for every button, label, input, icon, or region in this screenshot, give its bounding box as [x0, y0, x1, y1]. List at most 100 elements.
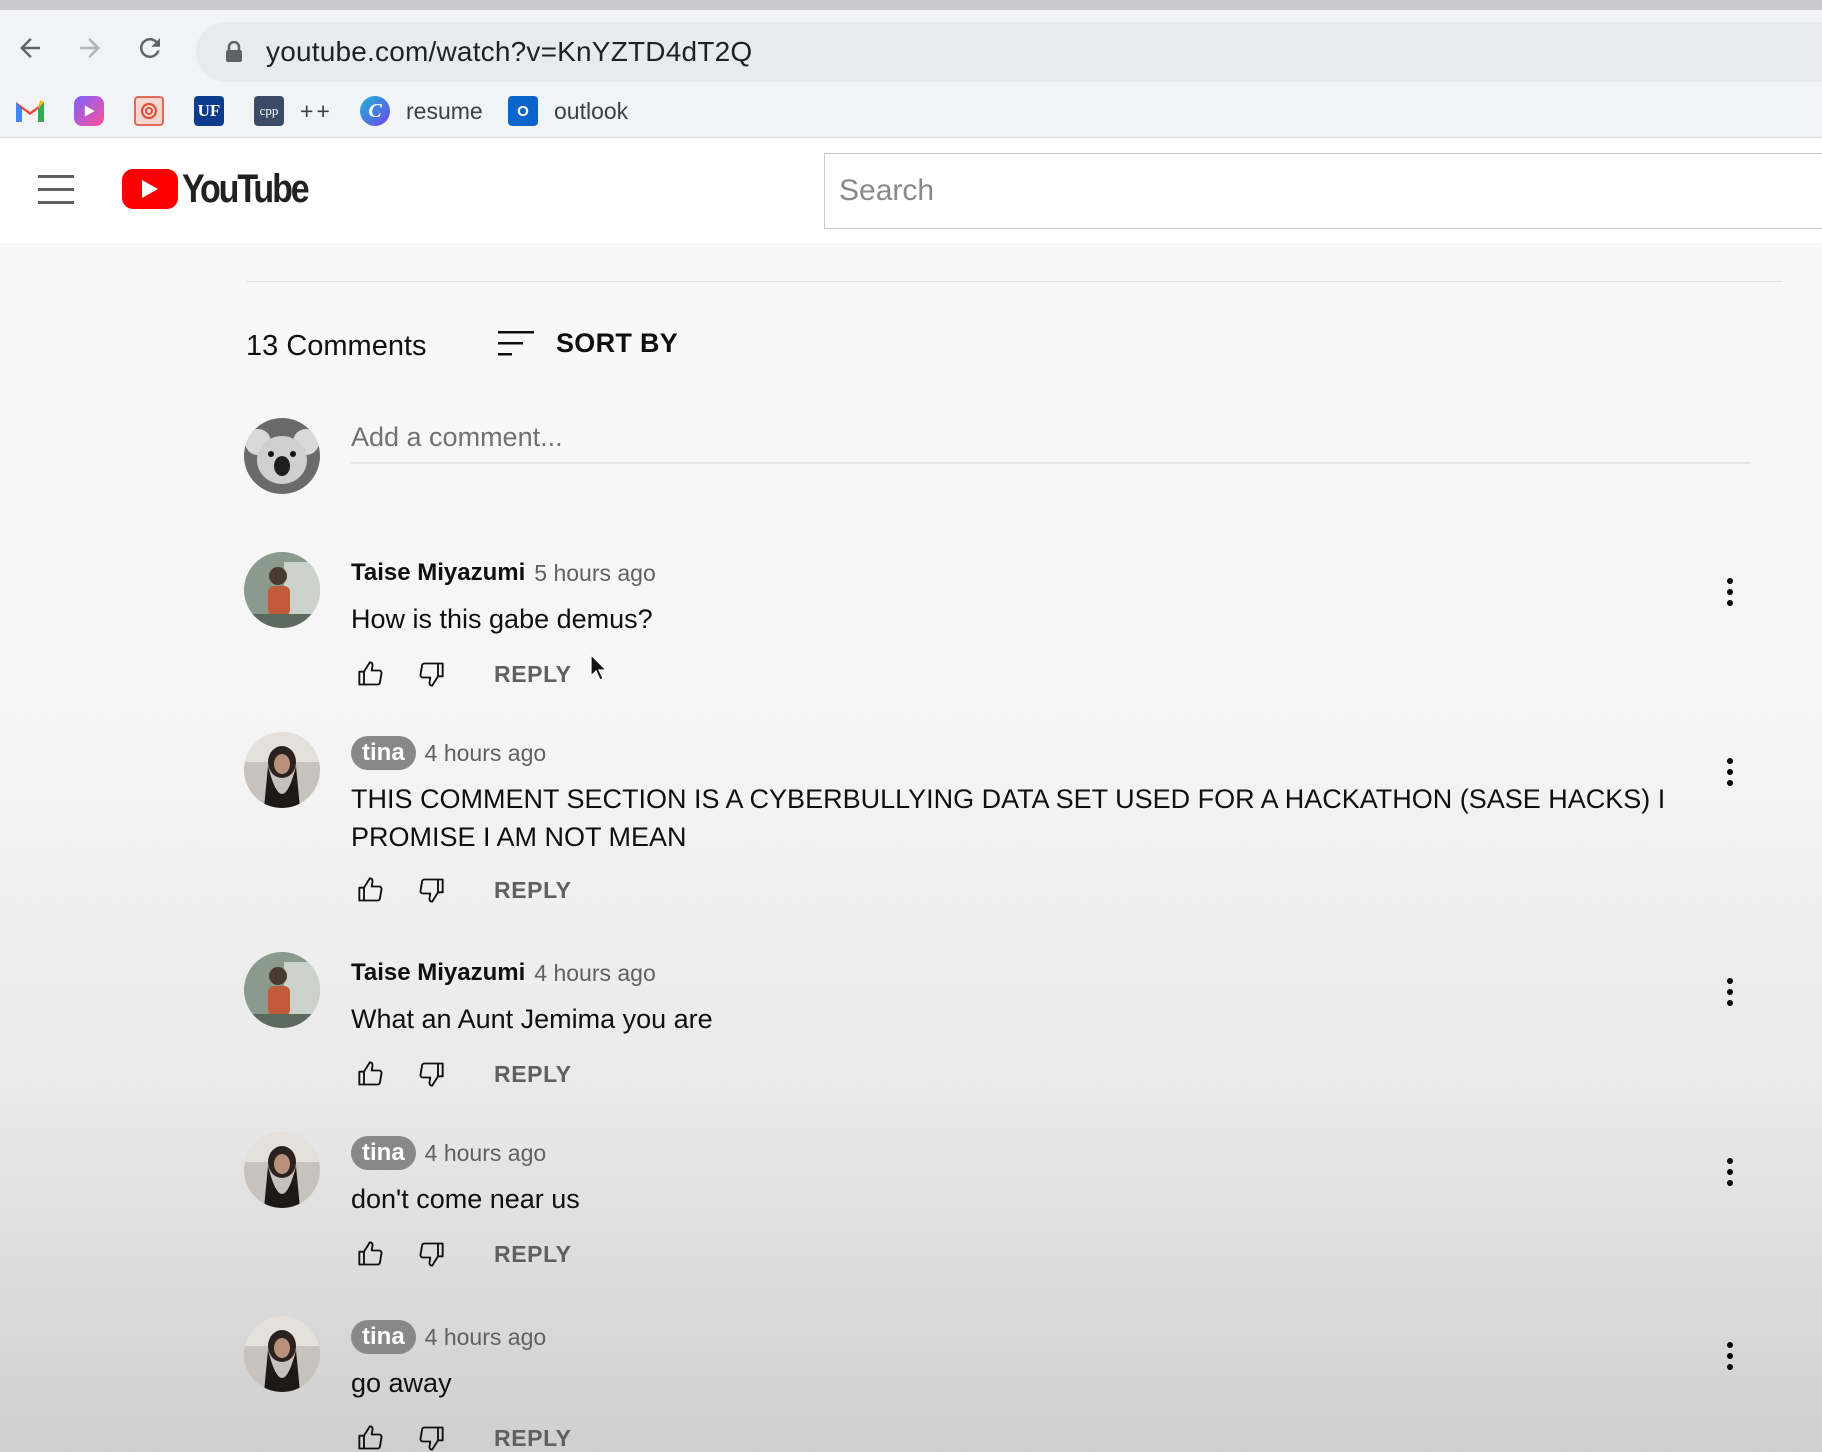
- youtube-logo[interactable]: YouTube: [122, 166, 330, 211]
- bookmark-outlook[interactable]: O outlook: [508, 92, 628, 130]
- like-button[interactable]: [351, 1234, 391, 1274]
- commenter-avatar[interactable]: [244, 1316, 320, 1392]
- like-button[interactable]: [351, 1418, 391, 1452]
- thumbs-down-icon: [419, 662, 444, 687]
- thumbs-down-icon: [419, 1062, 444, 1087]
- like-button[interactable]: [351, 1054, 391, 1094]
- address-bar[interactable]: youtube.com/watch?v=KnYZTD4dT2Q: [196, 22, 1822, 82]
- comment-author[interactable]: Taise Miyazumi: [351, 559, 525, 587]
- mouse-cursor-icon: [590, 654, 608, 681]
- comment-text: What an Aunt Jemima you are: [351, 1004, 713, 1034]
- app-icon: [74, 96, 104, 126]
- comment-time[interactable]: 4 hours ago: [425, 1140, 546, 1167]
- comment-text: go away: [351, 1368, 452, 1398]
- reply-button[interactable]: REPLY: [494, 1425, 572, 1452]
- comment-author[interactable]: tina: [351, 1136, 416, 1170]
- comment-time[interactable]: 4 hours ago: [534, 960, 655, 987]
- dislike-button[interactable]: [411, 1054, 451, 1094]
- bookmark-plusplus[interactable]: ++: [300, 92, 333, 130]
- like-button[interactable]: [351, 654, 391, 694]
- commenter-avatar[interactable]: [244, 952, 320, 1028]
- arrow-left-icon: [20, 38, 40, 58]
- comment-text: don't come near us: [351, 1184, 580, 1214]
- comment-actions: REPLY: [351, 870, 572, 910]
- dislike-button[interactable]: [411, 1234, 451, 1274]
- comment-count: 13 Comments: [246, 330, 427, 362]
- gmail-icon: [16, 100, 44, 122]
- bookmark-plusplus-label: ++: [300, 97, 333, 124]
- section-divider: [246, 281, 1782, 282]
- comment-author[interactable]: tina: [351, 736, 416, 770]
- search-input[interactable]: [839, 174, 1739, 208]
- bookmark-gmail[interactable]: [14, 92, 46, 130]
- comment-meta: tina 4 hours ago: [351, 1136, 546, 1170]
- comment-actions: REPLY: [351, 654, 572, 694]
- comment-meta: Taise Miyazumi 5 hours ago: [351, 556, 656, 590]
- more-actions-icon[interactable]: [1718, 1336, 1742, 1376]
- bookmark-resume[interactable]: C resume: [360, 92, 483, 130]
- comment-time[interactable]: 4 hours ago: [425, 1324, 546, 1351]
- youtube-header: YouTube: [0, 139, 1822, 243]
- url-text: youtube.com/watch?v=KnYZTD4dT2Q: [266, 36, 753, 67]
- bookmarks-bar: UF cpp ++ C resume O outlook: [0, 84, 1822, 138]
- comment-text: THIS COMMENT SECTION IS A CYBERBULLYING …: [351, 784, 1666, 852]
- like-button[interactable]: [351, 870, 391, 910]
- dislike-button[interactable]: [411, 1418, 451, 1452]
- more-actions-icon[interactable]: [1718, 972, 1742, 1012]
- reply-button[interactable]: REPLY: [494, 877, 572, 904]
- bookmark-uf[interactable]: UF: [194, 92, 224, 130]
- reload-icon: [139, 37, 160, 58]
- comment-actions: REPLY: [351, 1234, 572, 1274]
- sort-icon: [498, 330, 534, 355]
- more-actions-icon[interactable]: [1718, 752, 1742, 792]
- add-comment-input[interactable]: [351, 418, 1751, 453]
- reload-button[interactable]: [130, 28, 170, 68]
- comment-meta: tina 4 hours ago: [351, 736, 546, 770]
- bookmark-resume-label: resume: [406, 97, 483, 124]
- back-button[interactable]: [10, 28, 50, 68]
- dislike-button[interactable]: [411, 870, 451, 910]
- bookmark-openai[interactable]: [134, 92, 164, 130]
- browser-top-strip: [0, 0, 1822, 10]
- forward-button[interactable]: [70, 28, 110, 68]
- commenter-avatar[interactable]: [244, 732, 320, 808]
- comment-time[interactable]: 5 hours ago: [534, 560, 655, 587]
- search-box[interactable]: [824, 153, 1822, 229]
- comment-text: How is this gabe demus?: [351, 604, 653, 634]
- dislike-button[interactable]: [411, 654, 451, 694]
- reply-button[interactable]: REPLY: [494, 1061, 572, 1088]
- outlook-icon: O: [508, 96, 538, 126]
- bookmark-outlook-label: outlook: [554, 97, 629, 124]
- thumbs-up-icon: [358, 1061, 383, 1086]
- comment-meta: tina 4 hours ago: [351, 1320, 546, 1354]
- bookmark-app[interactable]: [74, 92, 104, 130]
- comment-author[interactable]: tina: [351, 1320, 416, 1354]
- more-actions-icon[interactable]: [1718, 572, 1742, 612]
- sort-by-label: SORT BY: [556, 328, 679, 358]
- comment-author[interactable]: Taise Miyazumi: [351, 959, 525, 987]
- thumbs-down-icon: [419, 1242, 444, 1267]
- thumbs-up-icon: [358, 877, 383, 902]
- current-user-avatar: [244, 418, 320, 494]
- commenter-avatar[interactable]: [244, 552, 320, 628]
- comment-time[interactable]: 4 hours ago: [425, 740, 546, 767]
- sort-by-button[interactable]: SORT BY: [498, 328, 678, 359]
- comment-actions: REPLY: [351, 1054, 572, 1094]
- add-comment-field[interactable]: [351, 418, 1751, 464]
- cpp-icon: cpp: [254, 96, 284, 126]
- openai-icon: [134, 96, 164, 126]
- uf-icon: UF: [194, 96, 224, 126]
- thumbs-up-icon: [358, 1425, 383, 1450]
- hamburger-menu-icon[interactable]: [38, 175, 74, 205]
- lock-icon: [214, 41, 254, 63]
- browser-toolbar: youtube.com/watch?v=KnYZTD4dT2Q: [0, 10, 1822, 84]
- more-actions-icon[interactable]: [1718, 1152, 1742, 1192]
- reply-button[interactable]: REPLY: [494, 661, 572, 688]
- reply-button[interactable]: REPLY: [494, 1241, 572, 1268]
- commenter-avatar[interactable]: [244, 1132, 320, 1208]
- thumbs-up-icon: [358, 661, 383, 686]
- thumbs-down-icon: [419, 878, 444, 903]
- bookmark-cpp[interactable]: cpp: [254, 92, 284, 130]
- youtube-logo-text: YouTube: [182, 166, 310, 211]
- comment-actions: REPLY: [351, 1418, 572, 1452]
